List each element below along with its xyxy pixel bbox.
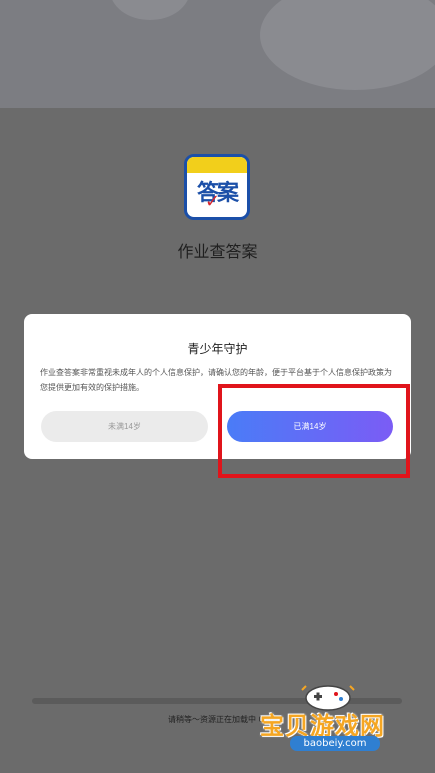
watermark-logo: 宝贝游戏网 baobeiy.com [260,680,410,760]
dialog-title: 青少年守护 [187,342,248,356]
under-14-button[interactable]: 未满14岁 [41,411,208,442]
banner-decoration [260,0,435,90]
check-mark-icon: ✓ [205,191,221,212]
app-name: 作业查答案 [177,242,258,261]
app-logo-band [187,157,247,173]
watermark-url: baobeiy.com [290,736,380,751]
top-banner [0,0,435,108]
banner-decoration [110,0,190,20]
loading-text: 请稍等～资源正在加载中 0% [168,715,272,724]
highlight-box [218,384,410,478]
app-logo-icon: 答案 ✓ [184,154,250,220]
